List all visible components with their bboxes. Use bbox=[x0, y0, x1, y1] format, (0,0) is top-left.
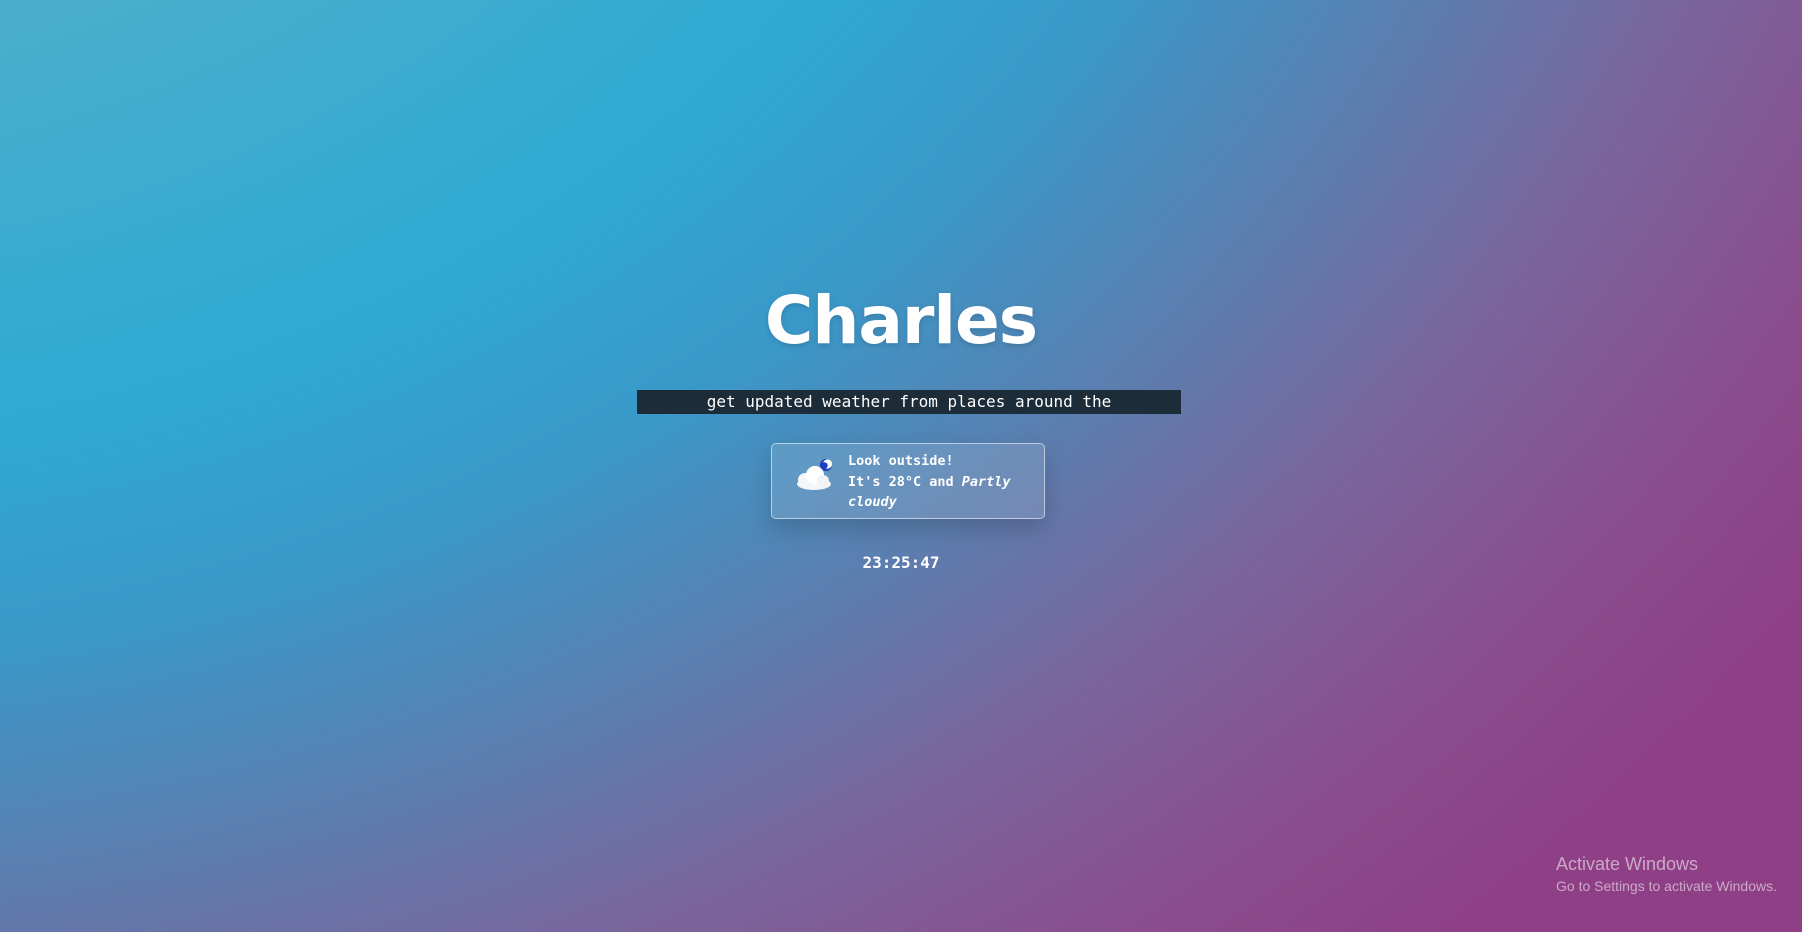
weather-card: Look outside! It's 28°C and Partly cloud… bbox=[771, 443, 1045, 519]
weather-temperature: 28°C bbox=[888, 473, 922, 490]
clock: 23:25:47 bbox=[862, 553, 940, 572]
windows-activation-watermark: Activate Windows Go to Settings to activ… bbox=[1556, 853, 1777, 895]
weather-greeting: Look outside! bbox=[848, 453, 954, 469]
watermark-subtitle: Go to Settings to activate Windows. bbox=[1556, 878, 1777, 894]
partly-cloudy-night-icon bbox=[794, 458, 834, 492]
weather-summary: It's 28°C and Partly cloudy bbox=[848, 472, 1038, 513]
watermark-title: Activate Windows bbox=[1556, 854, 1699, 874]
news-ticker: get updated weather from places around t… bbox=[637, 390, 1181, 414]
weather-prefix: It's bbox=[848, 473, 889, 490]
ticker-text: get updated weather from places around t… bbox=[706, 392, 1112, 411]
weather-message: Look outside! It's 28°C and Partly cloud… bbox=[848, 451, 1038, 513]
weather-connector: and bbox=[921, 473, 962, 490]
page-title: Charles bbox=[764, 282, 1038, 359]
